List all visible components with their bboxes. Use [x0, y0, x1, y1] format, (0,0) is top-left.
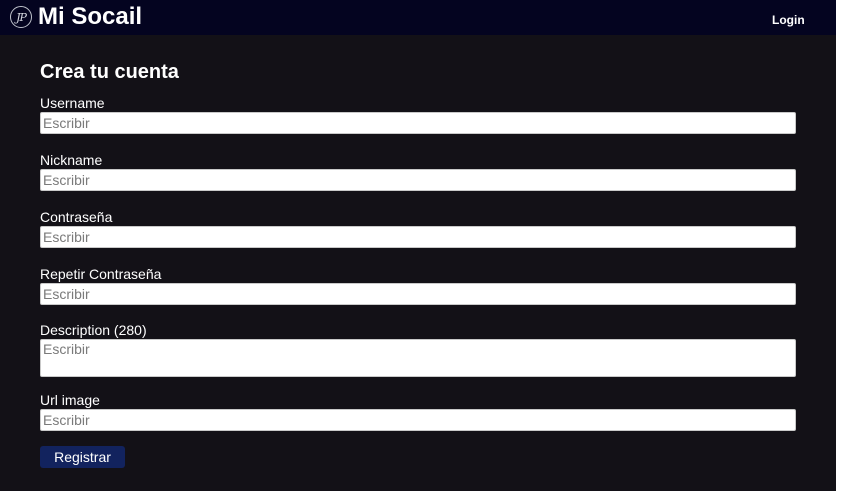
brand-title[interactable]: Mi Socail: [38, 2, 142, 32]
repeat-password-label: Repetir Contraseña: [40, 266, 162, 282]
password-label: Contraseña: [40, 209, 113, 225]
logo-icon[interactable]: JP: [10, 6, 32, 28]
register-form: Crea tu cuenta Username Nickname Contras…: [40, 58, 796, 468]
description-label: Description (280): [40, 322, 147, 338]
username-input[interactable]: [40, 112, 796, 134]
username-label: Username: [40, 95, 105, 111]
nickname-input[interactable]: [40, 169, 796, 191]
description-textarea[interactable]: [40, 339, 796, 377]
url-image-label: Url image: [40, 392, 100, 408]
register-button[interactable]: Registrar: [40, 446, 125, 468]
repeat-password-input[interactable]: [40, 283, 796, 305]
password-input[interactable]: [40, 226, 796, 248]
scrollbar[interactable]: [836, 0, 842, 491]
login-link[interactable]: Login: [772, 13, 805, 27]
form-title: Crea tu cuenta: [40, 61, 179, 83]
nickname-label: Nickname: [40, 152, 103, 168]
navbar: JP Mi Socail Login: [0, 0, 836, 35]
url-image-input[interactable]: [40, 409, 796, 431]
